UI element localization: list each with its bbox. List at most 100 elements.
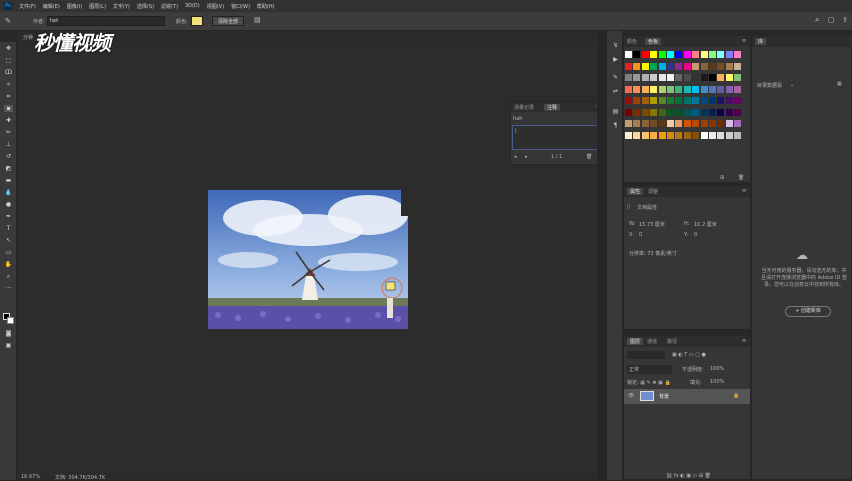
color-swatch[interactable] [641, 51, 649, 58]
color-swatch[interactable] [658, 62, 666, 70]
color-swatch[interactable] [641, 120, 649, 127]
color-swatch[interactable] [683, 62, 691, 70]
height-value[interactable]: 10.2 厘米 [694, 221, 717, 228]
dodge-tool-icon[interactable]: ● [4, 201, 13, 208]
color-swatch[interactable] [700, 108, 708, 116]
stamp-tool-icon[interactable]: ⊥ [4, 141, 13, 148]
color-swatch[interactable] [709, 85, 716, 93]
menu-edit[interactable]: 编辑(E) [43, 3, 60, 10]
tab-color[interactable]: 颜色 [627, 38, 637, 45]
color-swatch[interactable] [650, 51, 658, 58]
color-swatch[interactable] [692, 120, 700, 127]
document-canvas[interactable] [208, 190, 408, 329]
notes-panel-icon[interactable]: ▤ [611, 108, 620, 115]
color-swatch[interactable] [658, 120, 666, 127]
color-swatch[interactable] [650, 97, 658, 104]
history-panel-icon[interactable]: ↯ [611, 42, 620, 49]
color-swatch[interactable] [683, 108, 691, 116]
color-swatch[interactable] [667, 120, 674, 127]
color-swatch[interactable] [650, 74, 658, 81]
color-swatch[interactable] [667, 51, 674, 58]
color-swatch[interactable] [700, 120, 708, 127]
width-value[interactable]: 15.73 厘米 [639, 221, 665, 228]
grid-view-icon[interactable]: ▦ [837, 81, 842, 87]
document-tab[interactable]: 分钟 [23, 34, 33, 41]
color-swatch[interactable] [667, 62, 674, 70]
y-value[interactable]: 0 [694, 232, 697, 238]
tab-measurement-log[interactable]: 测量记录 [514, 104, 534, 111]
adjust-panel-icon[interactable]: ⇌ [611, 88, 620, 95]
zoom-level[interactable]: 16.67% [21, 474, 40, 480]
lasso-tool-icon[interactable]: ↀ [4, 69, 13, 76]
color-swatch[interactable] [725, 85, 733, 93]
new-swatch-icon[interactable]: ⊞ [720, 175, 724, 181]
color-swatch[interactable] [700, 74, 708, 81]
color-swatch[interactable] [692, 108, 700, 116]
color-swatch[interactable] [717, 97, 725, 104]
gradient-tool-icon[interactable]: ▬ [4, 177, 13, 184]
menu-type[interactable]: 文字(Y) [113, 3, 130, 10]
color-swatch[interactable] [675, 62, 683, 70]
menu-window[interactable]: 窗口(W) [231, 3, 250, 10]
tab-adjustments[interactable]: 调整 [648, 188, 658, 195]
color-swatch[interactable] [625, 120, 632, 127]
color-swatch[interactable] [717, 131, 725, 139]
color-swatch[interactable] [641, 85, 649, 93]
healing-tool-icon[interactable]: ✚ [4, 117, 13, 124]
color-swatch[interactable] [650, 85, 658, 93]
color-swatch[interactable] [683, 120, 691, 127]
color-swatch[interactable] [625, 97, 632, 104]
tab-swatches[interactable]: 色板 [645, 38, 662, 45]
shape-tool-icon[interactable]: ▭ [4, 249, 13, 256]
tab-paths[interactable]: 路径 [667, 338, 677, 345]
color-swatch[interactable] [625, 108, 632, 116]
color-swatch[interactable] [658, 74, 666, 81]
path-select-icon[interactable]: ↖ [4, 237, 13, 244]
color-swatch[interactable] [700, 131, 708, 139]
delete-note-icon[interactable]: 🗑 [586, 154, 592, 160]
color-swatch[interactable] [709, 108, 716, 116]
color-swatch[interactable] [709, 120, 716, 127]
color-swatch[interactable] [658, 108, 666, 116]
color-swatch[interactable] [625, 131, 632, 139]
menu-filter[interactable]: 滤镜(T) [161, 3, 178, 10]
menu-file[interactable]: 文件(F) [19, 3, 36, 10]
tab-notes[interactable]: 注释 [544, 104, 561, 111]
eraser-tool-icon[interactable]: ◩ [4, 165, 13, 172]
clear-all-button[interactable]: 清除全部 [212, 16, 244, 26]
color-swatch[interactable] [667, 85, 674, 93]
color-swatch[interactable] [633, 108, 641, 116]
visibility-eye-icon[interactable]: 👁 [628, 393, 634, 399]
panel-menu-icon[interactable]: ≡ [742, 188, 746, 194]
color-swatch[interactable] [658, 51, 666, 58]
create-library-button[interactable]: + 创建新库 [785, 306, 831, 317]
lock-icons[interactable]: 锁定: ▦ ✎ ✥ ▣ 🔒 [627, 379, 671, 386]
color-swatch[interactable] [692, 62, 700, 70]
color-swatch[interactable] [692, 74, 700, 81]
color-swatch[interactable] [734, 74, 742, 81]
color-swatch[interactable] [633, 120, 641, 127]
color-swatch[interactable] [625, 51, 632, 58]
layer-name[interactable]: 背景 [659, 393, 669, 400]
tab-layers[interactable]: 图层 [627, 338, 644, 345]
chevron-down-icon[interactable]: ⌄ [790, 82, 794, 88]
color-swatch[interactable] [709, 131, 716, 139]
hand-tool-icon[interactable]: ✋ [4, 261, 13, 268]
color-swatch[interactable] [683, 97, 691, 104]
color-swatch[interactable] [650, 108, 658, 116]
color-swatch[interactable] [709, 97, 716, 104]
color-swatch[interactable] [675, 120, 683, 127]
color-swatch[interactable] [700, 97, 708, 104]
color-swatch[interactable] [675, 131, 683, 139]
note-tool-icon[interactable]: ✎ [5, 17, 11, 25]
notes-panel-toggle-icon[interactable]: ▤ [254, 16, 261, 24]
color-swatch[interactable] [692, 131, 700, 139]
color-swatch[interactable] [734, 120, 742, 127]
color-swatch[interactable] [717, 74, 725, 81]
next-note-icon[interactable]: ▸ [525, 154, 528, 160]
zoom-tool-icon[interactable]: ⌕ [4, 273, 13, 280]
color-swatch[interactable] [641, 108, 649, 116]
author-input[interactable] [47, 16, 165, 26]
color-swatch[interactable] [725, 120, 733, 127]
color-swatch[interactable] [725, 51, 733, 58]
